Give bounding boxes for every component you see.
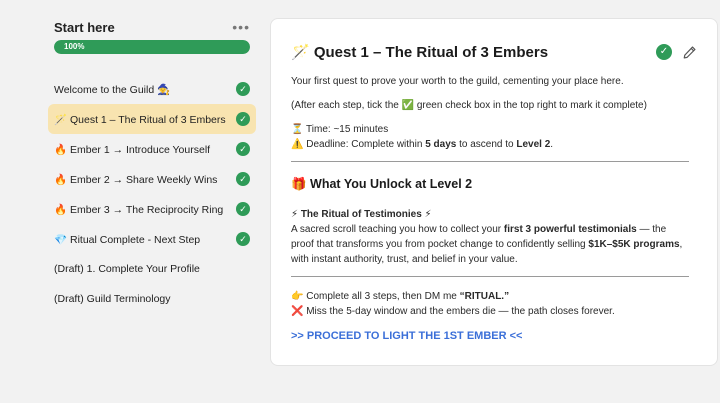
miss-warning: ❌ Miss the 5-day window and the embers d… bbox=[291, 306, 615, 317]
testimonies-title: ⚡ The Ritual of Testimonies ⚡ bbox=[291, 208, 689, 222]
sidebar-lesson-item[interactable]: (Draft) Guild Terminology bbox=[48, 284, 256, 314]
sidebar-lesson-label: 🔥 Ember 2 → Share Weekly Wins bbox=[54, 173, 218, 186]
sidebar-lesson-label: 🔥 Ember 3 → The Reciprocity Ring bbox=[54, 203, 224, 216]
proceed-link[interactable]: >> PROCEED TO LIGHT THE 1ST EMBER << bbox=[291, 329, 689, 343]
lesson-header: 🪄 Quest 1 – The Ritual of 3 Embers ✓ bbox=[291, 43, 697, 61]
lesson-card: 🪄 Quest 1 – The Ritual of 3 Embers ✓ You… bbox=[270, 18, 718, 366]
sidebar-lesson-item[interactable]: Welcome to the Guild 🧙 ✓ bbox=[48, 74, 256, 104]
lesson-intro: Your first quest to prove your worth to … bbox=[291, 76, 624, 87]
scroll-text-1: A sacred scroll teaching you how to coll… bbox=[291, 224, 504, 235]
sidebar-lesson-item[interactable]: 🪄 Quest 1 – The Ritual of 3 Embers ✓ bbox=[48, 104, 256, 134]
deadline-text: ⚠️ Deadline: Complete within bbox=[291, 139, 426, 150]
mark-complete-check-icon[interactable]: ✓ bbox=[656, 44, 672, 60]
divider bbox=[291, 276, 689, 277]
course-sidebar: Start here ••• 100% Welcome to the Guild… bbox=[48, 14, 256, 314]
scroll-bold-1: first 3 powerful testimonials bbox=[503, 224, 637, 235]
unlock-heading: 🎁 What You Unlock at Level 2 bbox=[291, 177, 473, 191]
sidebar-lesson-label: 🔥 Ember 1 → Introduce Yourself bbox=[54, 143, 211, 156]
sidebar-lesson-item[interactable]: 🔥 Ember 1 → Introduce Yourself ✓ bbox=[48, 134, 256, 164]
bolt-icon-left: ⚡ bbox=[291, 209, 301, 220]
deadline-mid: to ascend to bbox=[456, 139, 517, 150]
sidebar-title: Start here bbox=[54, 19, 115, 35]
completed-check-icon: ✓ bbox=[236, 142, 250, 156]
completed-check-icon: ✓ bbox=[236, 172, 250, 186]
sidebar-lesson-label: 🪄 Quest 1 – The Ritual of 3 Embers bbox=[54, 113, 226, 126]
sidebar-header: Start here ••• bbox=[48, 14, 256, 40]
lesson-actions: ✓ bbox=[656, 44, 697, 60]
sidebar-lesson-item[interactable]: 🔥 Ember 2 → Share Weekly Wins ✓ bbox=[48, 164, 256, 194]
edit-pencil-icon[interactable] bbox=[682, 45, 697, 60]
completed-check-icon: ✓ bbox=[236, 202, 250, 216]
sidebar-lesson-label: (Draft) 1. Complete Your Profile bbox=[54, 263, 200, 275]
lesson-deadline: ⚠️ Deadline: Complete within 5 days to a… bbox=[291, 138, 689, 152]
lesson-instruction: (After each step, tick the ✅ green check… bbox=[291, 100, 647, 111]
scroll-bold-2: $1K–$5K programs bbox=[588, 239, 680, 250]
completed-check-icon: ✓ bbox=[236, 82, 250, 96]
dm-text: 👉 Complete all 3 steps, then DM me bbox=[291, 291, 460, 302]
sidebar-lesson-item[interactable]: 💎 Ritual Complete - Next Step ✓ bbox=[48, 224, 256, 254]
lesson-title: 🪄 Quest 1 – The Ritual of 3 Embers bbox=[291, 44, 549, 61]
divider bbox=[291, 161, 689, 162]
sidebar-lesson-item[interactable]: 🔥 Ember 3 → The Reciprocity Ring ✓ bbox=[48, 194, 256, 224]
progress-label: 100% bbox=[64, 42, 85, 51]
dm-instruction: 👉 Complete all 3 steps, then DM me “RITU… bbox=[291, 290, 689, 304]
sidebar-lesson-label: 💎 Ritual Complete - Next Step bbox=[54, 233, 201, 246]
scroll-description: A sacred scroll teaching you how to coll… bbox=[291, 222, 689, 267]
more-options-icon[interactable]: ••• bbox=[232, 19, 250, 35]
completed-check-icon: ✓ bbox=[236, 232, 250, 246]
course-progress-bar: 100% bbox=[54, 40, 250, 54]
bolt-icon-right: ⚡ bbox=[421, 209, 432, 220]
deadline-end: . bbox=[550, 139, 554, 150]
lesson-time: ⏳ Time: ~15 minutes bbox=[291, 124, 389, 135]
dm-keyword: “RITUAL.” bbox=[459, 291, 510, 302]
sidebar-lesson-label: Welcome to the Guild 🧙 bbox=[54, 83, 171, 96]
sidebar-lesson-item[interactable]: (Draft) 1. Complete Your Profile bbox=[48, 254, 256, 284]
testimonies-name: The Ritual of Testimonies bbox=[300, 209, 422, 220]
sidebar-lesson-label: (Draft) Guild Terminology bbox=[54, 293, 171, 305]
deadline-days: 5 days bbox=[425, 139, 457, 150]
lesson-list: Welcome to the Guild 🧙 ✓ 🪄 Quest 1 – The R… bbox=[48, 74, 256, 314]
deadline-level: Level 2 bbox=[516, 139, 551, 150]
completed-check-icon: ✓ bbox=[236, 112, 250, 126]
